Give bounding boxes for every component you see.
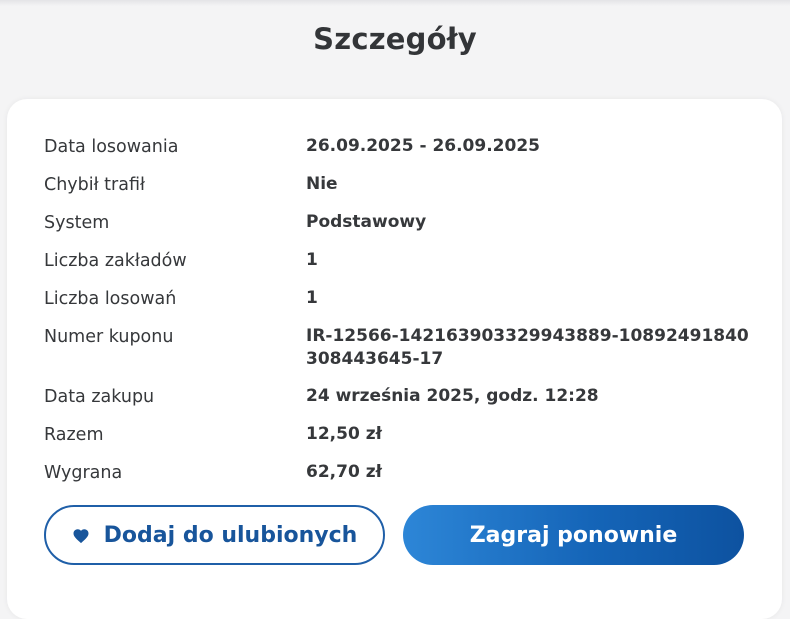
detail-label: Chybił trafił (44, 175, 145, 195)
heart-icon (72, 526, 90, 544)
play-again-label: Zagraj ponownie (469, 522, 678, 548)
actions-bar: Dodaj do ulubionych Zagraj ponownie (44, 505, 744, 565)
detail-value: Nie (306, 174, 338, 194)
top-divider (0, 0, 790, 6)
detail-value: 12,50 zł (306, 424, 382, 444)
detail-value: Podstawowy (306, 212, 427, 232)
detail-value: 24 września 2025, godz. 12:28 (306, 386, 599, 406)
details-list: Data losowania 26.09.2025 - 26.09.2025 C… (44, 135, 759, 499)
detail-label: System (44, 213, 110, 233)
add-to-favorites-label: Dodaj do ulubionych (103, 522, 358, 548)
page-title: Szczegóły (313, 22, 477, 56)
detail-row-system: System Podstawowy (44, 211, 759, 235)
detail-row-bets-count: Liczba zakładów 1 (44, 249, 759, 273)
detail-row-quick-pick: Chybił trafił Nie (44, 173, 759, 197)
add-to-favorites-button[interactable]: Dodaj do ulubionych (44, 505, 385, 565)
details-card: Data losowania 26.09.2025 - 26.09.2025 C… (7, 99, 782, 619)
detail-row-win: Wygrana 62,70 zł (44, 461, 759, 485)
detail-value: 62,70 zł (306, 462, 382, 482)
detail-value: IR-12566-142163903329943889-108924918403… (306, 326, 749, 369)
detail-value: 1 (306, 250, 318, 270)
detail-label: Razem (44, 425, 104, 445)
header-area: Szczegóły (0, 0, 790, 100)
detail-row-coupon-number: Numer kuponu IR-12566-142163903329943889… (44, 325, 759, 371)
detail-row-purchase-date: Data zakupu 24 września 2025, godz. 12:2… (44, 385, 759, 409)
detail-label: Liczba zakładów (44, 251, 187, 271)
detail-label: Liczba losowań (44, 289, 177, 309)
detail-label: Data zakupu (44, 387, 155, 407)
detail-row-draws-count: Liczba losowań 1 (44, 287, 759, 311)
detail-value: 26.09.2025 - 26.09.2025 (306, 136, 540, 156)
detail-label: Wygrana (44, 463, 123, 483)
detail-value: 1 (306, 288, 318, 308)
detail-row-total: Razem 12,50 zł (44, 423, 759, 447)
detail-label: Numer kuponu (44, 327, 174, 347)
play-again-button[interactable]: Zagraj ponownie (403, 505, 744, 565)
detail-row-draw-date: Data losowania 26.09.2025 - 26.09.2025 (44, 135, 759, 159)
detail-label: Data losowania (44, 137, 179, 157)
